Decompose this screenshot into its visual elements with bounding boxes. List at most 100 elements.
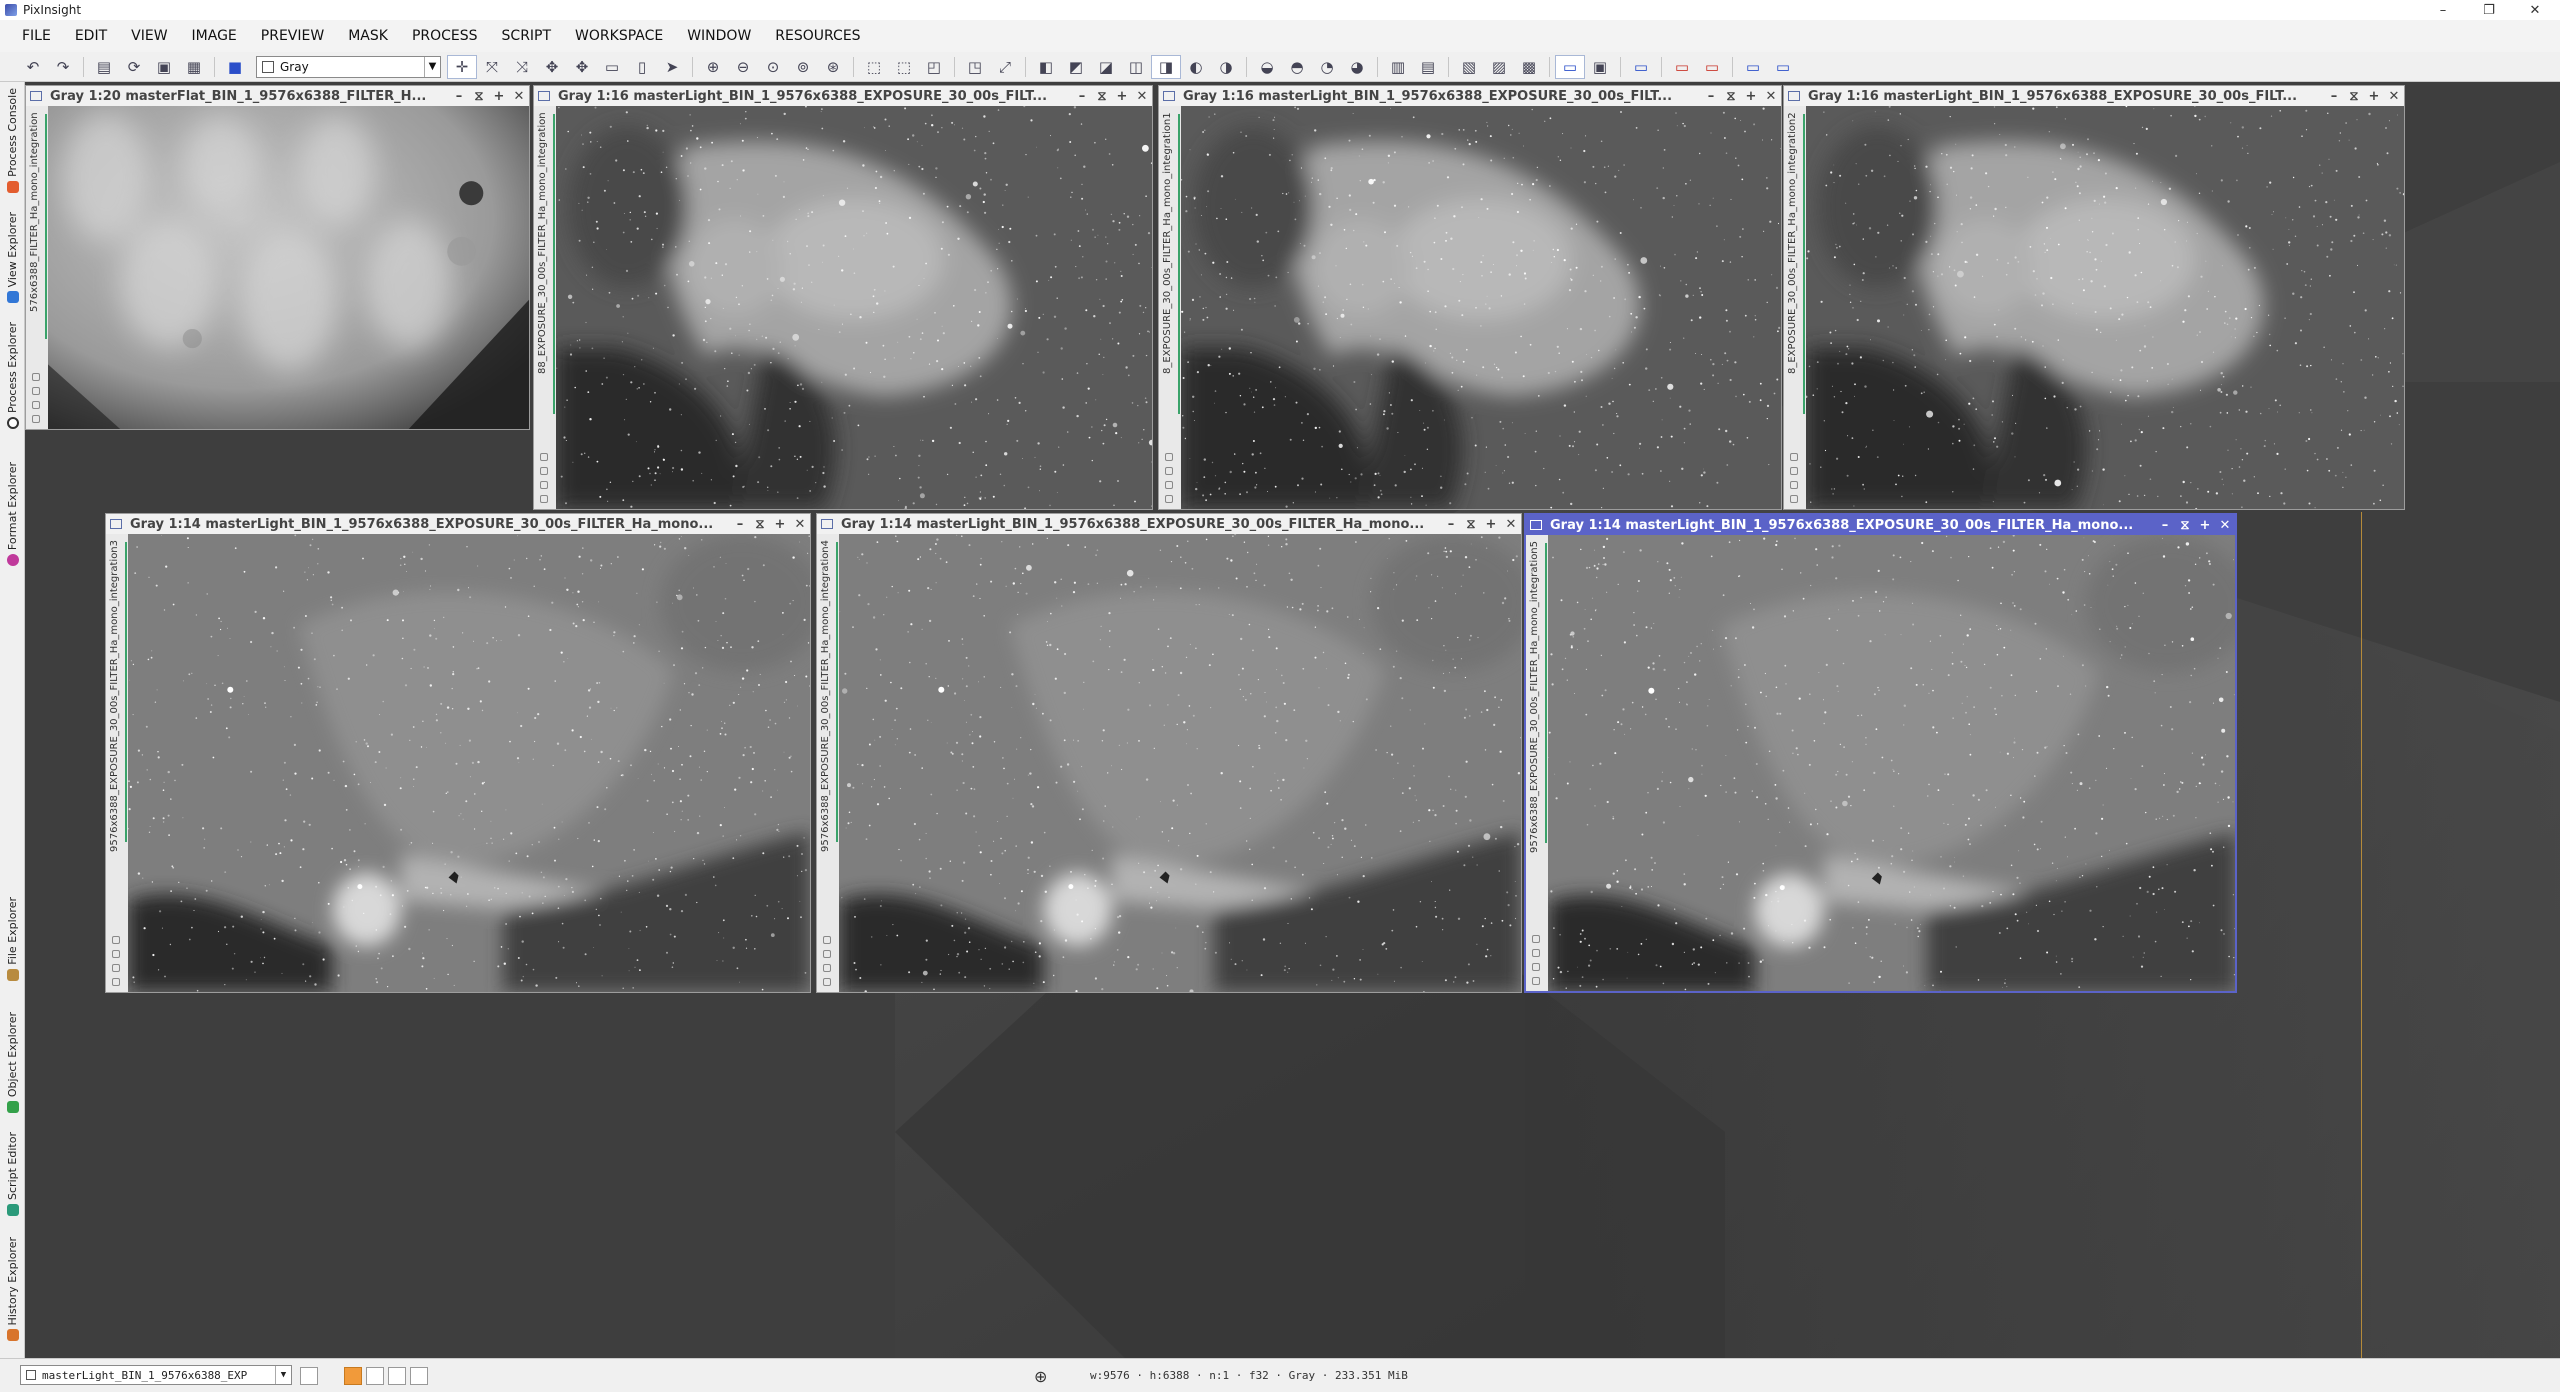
- image-window-title-bar[interactable]: Gray 1:14 masterLight_BIN_1_9576x6388_EX…: [1526, 515, 2235, 535]
- menu-file[interactable]: FILE: [10, 20, 63, 52]
- close-icon[interactable]: ✕: [1132, 89, 1152, 104]
- close-icon[interactable]: ✕: [1761, 89, 1781, 104]
- image-canvas[interactable]: [1181, 106, 1781, 509]
- explorer-icon[interactable]: ▧: [1454, 55, 1484, 79]
- move-icon[interactable]: ✥: [567, 55, 597, 79]
- explorer-2-icon[interactable]: ▨: [1484, 55, 1514, 79]
- menu-preview[interactable]: PREVIEW: [249, 20, 336, 52]
- menu-workspace[interactable]: WORKSPACE: [563, 20, 675, 52]
- image-window-6[interactable]: Gray 1:14 masterLight_BIN_1_9576x6388_EX…: [816, 513, 1522, 993]
- minimize-icon[interactable]: –: [2324, 89, 2344, 104]
- zoom-1-1-icon[interactable]: ⊙: [758, 55, 788, 79]
- image-canvas[interactable]: [1806, 106, 2404, 509]
- shade-icon[interactable]: ⧖: [469, 89, 489, 104]
- fit-view-icon[interactable]: ⬚: [859, 55, 889, 79]
- maximize-icon[interactable]: +: [1741, 89, 1761, 104]
- menu-script[interactable]: SCRIPT: [490, 20, 564, 52]
- zoom-optimal-icon[interactable]: ⊛: [818, 55, 848, 79]
- menu-window[interactable]: WINDOW: [675, 20, 763, 52]
- image-window-5[interactable]: Gray 1:14 masterLight_BIN_1_9576x6388_EX…: [105, 513, 811, 993]
- color-swatch-1[interactable]: [366, 1367, 384, 1385]
- image-canvas[interactable]: [1548, 535, 2235, 991]
- lock-icon[interactable]: [823, 936, 831, 944]
- menu-mask[interactable]: MASK: [336, 20, 400, 52]
- monitor-settings-icon[interactable]: ▭: [1768, 55, 1798, 79]
- menu-edit[interactable]: EDIT: [63, 20, 119, 52]
- screenshot-icon[interactable]: ▣: [1585, 55, 1615, 79]
- maximize-icon[interactable]: +: [1481, 517, 1501, 532]
- close-icon[interactable]: ✕: [2215, 518, 2235, 533]
- preview-icon[interactable]: [112, 978, 120, 986]
- shade-icon[interactable]: ⧖: [1092, 89, 1112, 104]
- minimize-icon[interactable]: –: [1441, 517, 1461, 532]
- color-space-select[interactable]: Gray ▼: [256, 55, 441, 78]
- window-icon[interactable]: ◰: [919, 55, 949, 79]
- maximize-icon[interactable]: +: [1112, 89, 1132, 104]
- dock-tab-file-explorer[interactable]: File Explorer: [0, 897, 25, 981]
- close-icon[interactable]: ✕: [1501, 517, 1521, 532]
- dock-tab-process-explorer[interactable]: Process Explorer: [0, 322, 25, 430]
- close-icon[interactable]: ✕: [509, 89, 529, 104]
- redo-icon[interactable]: ↷: [48, 55, 78, 79]
- shade-icon[interactable]: ⧖: [1721, 89, 1741, 104]
- mask-icon[interactable]: [112, 964, 120, 972]
- link-icon[interactable]: [1165, 467, 1173, 475]
- image-canvas[interactable]: [839, 534, 1521, 992]
- lock-icon[interactable]: [1532, 935, 1540, 943]
- stf-blue-icon[interactable]: ◫: [1121, 55, 1151, 79]
- menu-view[interactable]: VIEW: [119, 20, 179, 52]
- color-swatch-2[interactable]: [388, 1367, 406, 1385]
- link-icon[interactable]: [540, 467, 548, 475]
- mask-enable-icon[interactable]: ◒: [1252, 55, 1282, 79]
- mask-icon[interactable]: [823, 964, 831, 972]
- lock-icon[interactable]: [1165, 453, 1173, 461]
- preview-icon[interactable]: [823, 978, 831, 986]
- link-icon[interactable]: [1532, 949, 1540, 957]
- maximize-icon[interactable]: +: [770, 517, 790, 532]
- menu-resources[interactable]: RESOURCES: [763, 20, 872, 52]
- monitor-red-2-icon[interactable]: ▭: [1697, 55, 1727, 79]
- image-canvas[interactable]: [48, 106, 529, 429]
- close-icon[interactable]: ✕: [790, 517, 810, 532]
- select-arrow-icon[interactable]: ➤: [657, 55, 687, 79]
- close-window-button[interactable]: ✕: [2512, 0, 2558, 20]
- image-window-title-bar[interactable]: Gray 1:16 masterLight_BIN_1_9576x6388_EX…: [1784, 86, 2404, 106]
- reload-icon[interactable]: ⟳: [119, 55, 149, 79]
- lock-icon[interactable]: [32, 373, 40, 381]
- preview-icon[interactable]: [540, 495, 548, 503]
- monitor-check-icon[interactable]: ▭: [1738, 55, 1768, 79]
- window-layout-icon[interactable]: ◳: [960, 55, 990, 79]
- zoom-fit-icon[interactable]: ⤧: [477, 55, 507, 79]
- image-window-2[interactable]: Gray 1:16 masterLight_BIN_1_9576x6388_EX…: [533, 85, 1153, 510]
- monitor-red-icon[interactable]: ▭: [1667, 55, 1697, 79]
- maximize-icon[interactable]: +: [489, 89, 509, 104]
- link-icon[interactable]: [1790, 467, 1798, 475]
- color-space-icon[interactable]: ■: [220, 55, 250, 79]
- mask-select-icon[interactable]: ◓: [1282, 55, 1312, 79]
- mask-invert-icon[interactable]: ◑: [1211, 55, 1241, 79]
- preview-icon[interactable]: [1165, 495, 1173, 503]
- dock-tab-object-explorer[interactable]: Object Explorer: [0, 1012, 25, 1114]
- panel-right-icon[interactable]: ▤: [1413, 55, 1443, 79]
- shade-icon[interactable]: ⧖: [2344, 89, 2364, 104]
- edit-preview-icon[interactable]: ▯: [627, 55, 657, 79]
- view-mode-toggle[interactable]: [300, 1367, 318, 1385]
- dock-tab-script-editor[interactable]: Script Editor: [0, 1132, 25, 1216]
- image-window-title-bar[interactable]: Gray 1:16 masterLight_BIN_1_9576x6388_EX…: [1159, 86, 1781, 106]
- zoom-in-icon[interactable]: ⊕: [698, 55, 728, 79]
- preview-icon[interactable]: [32, 415, 40, 423]
- dock-tab-history-explorer[interactable]: History Explorer: [0, 1237, 25, 1342]
- minimize-icon[interactable]: –: [2155, 518, 2175, 533]
- monitor-icon[interactable]: ▭: [1626, 55, 1656, 79]
- stf-red-icon[interactable]: ◩: [1061, 55, 1091, 79]
- stf-link-icon[interactable]: ◨: [1151, 54, 1181, 79]
- stf-green-icon[interactable]: ◪: [1091, 55, 1121, 79]
- image-window-title-bar[interactable]: Gray 1:16 masterLight_BIN_1_9576x6388_EX…: [534, 86, 1152, 106]
- new-preview-icon[interactable]: ▭: [597, 55, 627, 79]
- minimize-icon[interactable]: –: [1701, 89, 1721, 104]
- stf-icon[interactable]: ◧: [1031, 55, 1061, 79]
- zoom-fit-window-icon[interactable]: ⊚: [788, 55, 818, 79]
- mask-icon[interactable]: [1165, 481, 1173, 489]
- open-file-icon[interactable]: ▤: [89, 55, 119, 79]
- image-window-title-bar[interactable]: Gray 1:20 masterFlat_BIN_1_9576x6388_FIL…: [26, 86, 529, 106]
